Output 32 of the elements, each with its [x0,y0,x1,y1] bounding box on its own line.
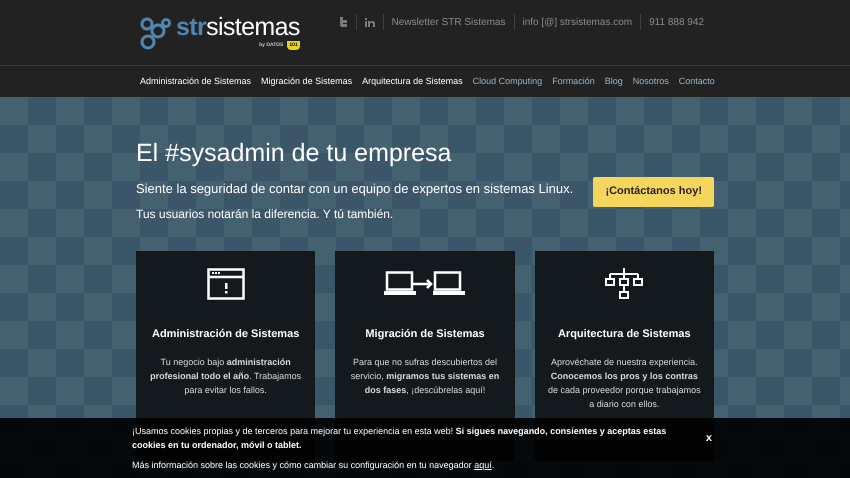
hierarchy-icon [605,268,644,300]
nav-link[interactable]: Contacto [678,74,715,88]
card-description: Aprovéchate de nuestra experiencia. Conocemos los pros y los contras de cada proveedor porque trabajamos a diario con ellos. [547,356,702,410]
card-title: Arquitectura de Sistemas [558,327,691,342]
laptop-transfer-icon [384,271,466,297]
nav-link[interactable]: Migración de Sistemas [261,74,352,88]
card-description: Para que no sufras descubiertos del servicio, migramos tus sistemas en dos fases, ¡descúbrelas aquí! [350,356,500,396]
nav-link[interactable]: Arquitectura de Sistemas [362,74,463,88]
nav-link[interactable]: Nosotros [632,74,669,88]
close-button[interactable]: x [706,424,712,452]
gears-icon [138,14,172,50]
header-link[interactable]: 911 888 942 [649,14,704,30]
twitter-icon[interactable] [338,17,348,27]
hero-subtitle: Siente la seguridad de contar con un equipo de expertos en sistemas Linux. [136,180,574,198]
card-description: Tu negocio bajo administración profesional todo el año. Trabajamos para evitar los fallos. [149,356,302,396]
nav-link[interactable]: Blog [604,74,623,88]
alert-window-icon [206,268,245,300]
hero-tagline: Tus usuarios notarán la diferencia. Y tú también. [136,206,394,223]
cookie-message: ¡Usamos cookies propias y de terceros para mejorar tu experiencia en esta web! Si sigues navegando, consientes y aceptas estas cookies en tu ordenador, móvil o tablet. [132,425,668,452]
card-title: Administración de Sistemas [152,327,300,342]
linkedin-icon[interactable] [364,18,375,26]
card-title: Migración de Sistemas [365,327,485,342]
nav-link[interactable]: Formación [552,74,595,88]
header-link[interactable]: info [@] strsistemas.com [522,14,632,30]
cookie-link[interactable]: aquí [474,460,492,470]
logo-wordmark[interactable]: strsistemas [176,15,300,40]
header-link[interactable]: Newsletter STR Sistemas [392,14,506,30]
cookie-info: Más información sobre las cookies y cómo cambiar su configuración en tu navegador aquí. [132,459,496,472]
nav-link[interactable]: Cloud Computing [472,74,542,88]
contact-button[interactable]: ¡Contáctanos hoy! [593,176,714,206]
nav-link[interactable]: Administración de Sistemas [140,74,252,88]
hero-title: El #sysadmin de tu empresa [136,138,452,169]
